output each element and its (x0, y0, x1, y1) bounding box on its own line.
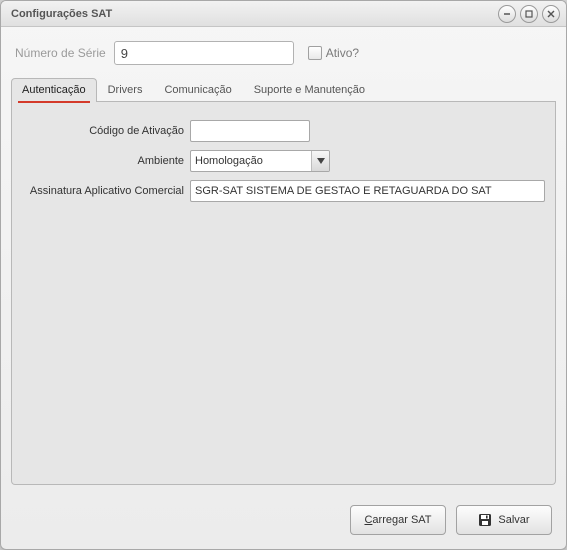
ambiente-label: Ambiente (22, 155, 190, 167)
serial-input[interactable] (114, 41, 294, 65)
ambiente-dropdown-button[interactable] (311, 151, 329, 171)
tab-label: Comunicação (164, 84, 231, 96)
tab-drivers[interactable]: Drivers (97, 78, 154, 102)
carregar-sat-button[interactable]: Carregar SAT (350, 505, 446, 535)
content-area: Número de Série Ativo? Autenticação Driv… (1, 27, 566, 549)
button-label: Salvar (498, 514, 529, 526)
footer-buttons: Carregar SAT Salvar (1, 495, 566, 549)
serial-label: Número de Série (15, 46, 106, 60)
ativacao-row: Código de Ativação (22, 120, 545, 142)
active-checkbox[interactable] (308, 46, 322, 60)
sat-config-window: Configurações SAT Número de Série Ativo?… (0, 0, 567, 550)
save-icon (478, 513, 492, 527)
ambiente-combo[interactable]: Homologação (190, 150, 330, 172)
tab-comunicacao[interactable]: Comunicação (153, 78, 242, 102)
assinatura-input[interactable] (190, 180, 545, 202)
active-label: Ativo? (326, 46, 359, 60)
tab-bar: Autenticação Drivers Comunicação Suporte… (1, 77, 566, 101)
ativacao-input[interactable] (190, 120, 310, 142)
button-label: Carregar SAT (364, 514, 431, 526)
tab-label: Drivers (108, 84, 143, 96)
ambiente-row: Ambiente Homologação (22, 150, 545, 172)
salvar-button[interactable]: Salvar (456, 505, 552, 535)
window-title: Configurações SAT (7, 8, 494, 20)
ambiente-value: Homologação (191, 155, 311, 167)
maximize-icon (524, 9, 534, 19)
tab-suporte[interactable]: Suporte e Manutenção (243, 78, 376, 102)
minimize-button[interactable] (498, 5, 516, 23)
tab-label: Suporte e Manutenção (254, 84, 365, 96)
ativacao-label: Código de Ativação (22, 125, 190, 137)
active-check-group: Ativo? (308, 46, 359, 60)
minimize-icon (502, 9, 512, 19)
titlebar: Configurações SAT (1, 1, 566, 27)
tab-autenticacao[interactable]: Autenticação (11, 78, 97, 102)
close-button[interactable] (542, 5, 560, 23)
assinatura-label: Assinatura Aplicativo Comercial (22, 185, 190, 197)
maximize-button[interactable] (520, 5, 538, 23)
serial-row: Número de Série Ativo? (1, 27, 566, 73)
chevron-down-icon (317, 158, 325, 164)
tab-label: Autenticação (22, 84, 86, 96)
assinatura-row: Assinatura Aplicativo Comercial (22, 180, 545, 202)
tab-panel-autenticacao: Código de Ativação Ambiente Homologação … (11, 102, 556, 485)
close-icon (546, 9, 556, 19)
